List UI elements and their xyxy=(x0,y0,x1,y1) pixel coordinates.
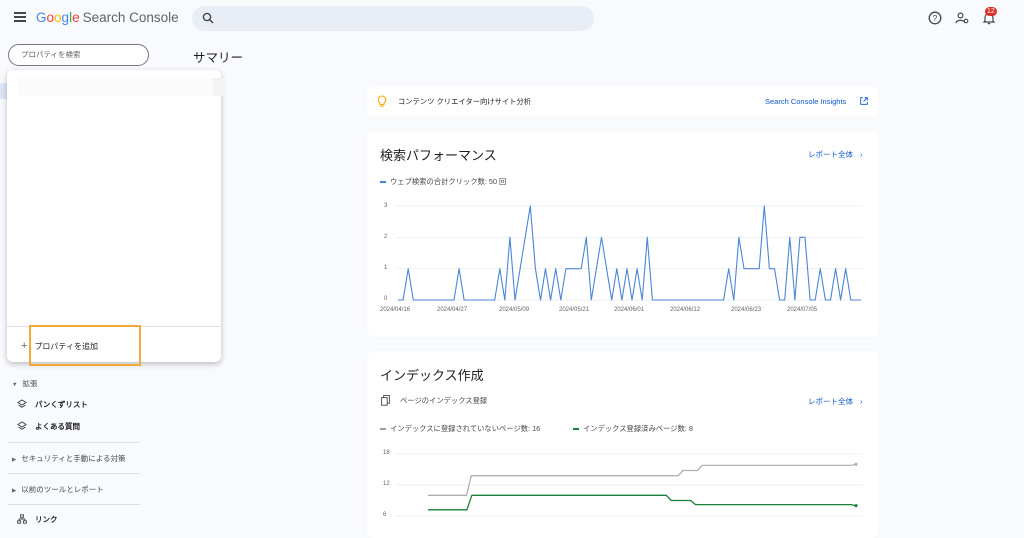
x-tick-label: 2024/06/01 xyxy=(614,307,645,313)
layers-icon xyxy=(17,421,27,430)
plus-icon: + xyxy=(21,340,28,352)
legend-swatch xyxy=(380,428,386,431)
lightbulb-icon xyxy=(377,95,387,107)
page-title: サマリー xyxy=(193,51,244,65)
search-console-insights-link[interactable]: Search Console Insights xyxy=(765,97,846,106)
active-nav-indicator xyxy=(0,83,7,99)
app-logo[interactable]: Google Search Console xyxy=(36,10,179,25)
y-tick-label: 1 xyxy=(384,265,388,271)
chevron-right-icon: › xyxy=(860,150,863,159)
indexing-legend-not-indexed[interactable]: インデックスに登録されていないページ数: 16 xyxy=(380,424,540,434)
highlight-annotation-box xyxy=(29,325,141,366)
notification-count-badge: 12 xyxy=(985,7,997,16)
indexing-legend-indexed[interactable]: インデックス登録済みページ数: 8 xyxy=(573,424,693,434)
property-list-item[interactable] xyxy=(17,78,224,96)
x-tick-label: 2024/05/21 xyxy=(559,307,590,313)
sidebar-item-faq[interactable]: よくある質問 xyxy=(17,421,80,432)
account-settings-icon[interactable] xyxy=(955,11,969,25)
x-tick-label: 2024/04/27 xyxy=(437,307,468,313)
series-line[interactable] xyxy=(428,494,857,511)
sidebar-section-security[interactable]: ▶ セキュリティと手動による対策 xyxy=(12,453,126,464)
sidebar-item-links[interactable]: リンク xyxy=(17,514,58,525)
insights-card: コンテンツ クリエイター向けサイト分析 Search Console Insig… xyxy=(367,86,878,117)
expand-arrow-icon: ▶ xyxy=(12,488,17,494)
performance-title: 検索パフォーマンス xyxy=(380,148,497,163)
expand-arrow-icon: ▼ xyxy=(12,382,18,388)
x-tick-label: 2024/06/12 xyxy=(670,307,701,313)
help-icon[interactable]: ? xyxy=(928,11,942,25)
indexing-full-report-link[interactable]: レポート全体 › xyxy=(808,396,863,407)
x-tick-label: 2024/04/16 xyxy=(380,307,411,313)
x-tick-label: 2024/06/23 xyxy=(731,307,762,313)
series-line[interactable] xyxy=(398,205,861,301)
property-dropdown-menu: + プロパティを追加 xyxy=(7,70,224,362)
y-tick-label: 0 xyxy=(384,296,388,302)
series-end-point xyxy=(854,504,858,508)
y-tick-label: 2 xyxy=(384,234,388,240)
expand-arrow-icon: ▶ xyxy=(12,457,17,463)
sidebar-divider xyxy=(8,473,140,474)
y-tick-label: 6 xyxy=(383,512,387,518)
layers-icon xyxy=(17,399,27,408)
insights-description: コンテンツ クリエイター向けサイト分析 xyxy=(398,97,532,106)
performance-legend[interactable]: ウェブ検索の合計クリック数: 50 回 xyxy=(380,177,506,187)
sitemap-icon xyxy=(17,514,27,524)
sidebar-section-legacy-tools[interactable]: ▶ 以前のツールとレポート xyxy=(12,484,104,495)
svg-text:?: ? xyxy=(933,14,938,23)
performance-card: 検索パフォーマンス レポート全体 › ウェブ検索の合計クリック数: 50 回 0 … xyxy=(367,131,878,337)
chevron-right-icon: › xyxy=(860,397,863,406)
sidebar-divider xyxy=(8,442,140,443)
indexing-title: インデックス作成 xyxy=(380,368,484,383)
product-name: Search Console xyxy=(82,10,179,25)
copy-pages-icon xyxy=(381,395,390,406)
y-tick-label: 3 xyxy=(384,203,388,209)
indexing-subtitle: ページのインデックス登録 xyxy=(400,396,488,405)
indexing-card: インデックス作成 ページのインデックス登録 レポート全体 › インデックスに登録さ… xyxy=(367,351,878,538)
series-line[interactable] xyxy=(428,463,857,496)
external-link-icon[interactable] xyxy=(860,97,868,105)
legend-swatch xyxy=(573,428,579,431)
property-search-input[interactable]: プロパティを検索 xyxy=(8,44,149,66)
indexing-chart[interactable] xyxy=(395,453,863,517)
y-tick-label: 18 xyxy=(383,450,390,456)
menu-icon[interactable] xyxy=(14,12,26,22)
legend-swatch xyxy=(380,181,386,184)
search-icon xyxy=(202,12,214,24)
series-end-point xyxy=(854,462,858,466)
app-header: Google Search Console ? 12 xyxy=(0,0,1024,38)
sidebar-item-breadcrumbs[interactable]: パンくずリスト xyxy=(17,399,88,410)
performance-chart[interactable] xyxy=(395,205,863,301)
inspect-url-search-bar[interactable] xyxy=(192,6,594,31)
sidebar-section-extensions[interactable]: ▼ 拡張 xyxy=(12,378,37,389)
x-tick-label: 2024/07/05 xyxy=(787,307,818,313)
sidebar-divider xyxy=(8,504,140,505)
performance-full-report-link[interactable]: レポート全体 › xyxy=(808,149,863,160)
x-tick-label: 2024/05/09 xyxy=(499,307,530,313)
y-tick-label: 12 xyxy=(383,481,390,487)
